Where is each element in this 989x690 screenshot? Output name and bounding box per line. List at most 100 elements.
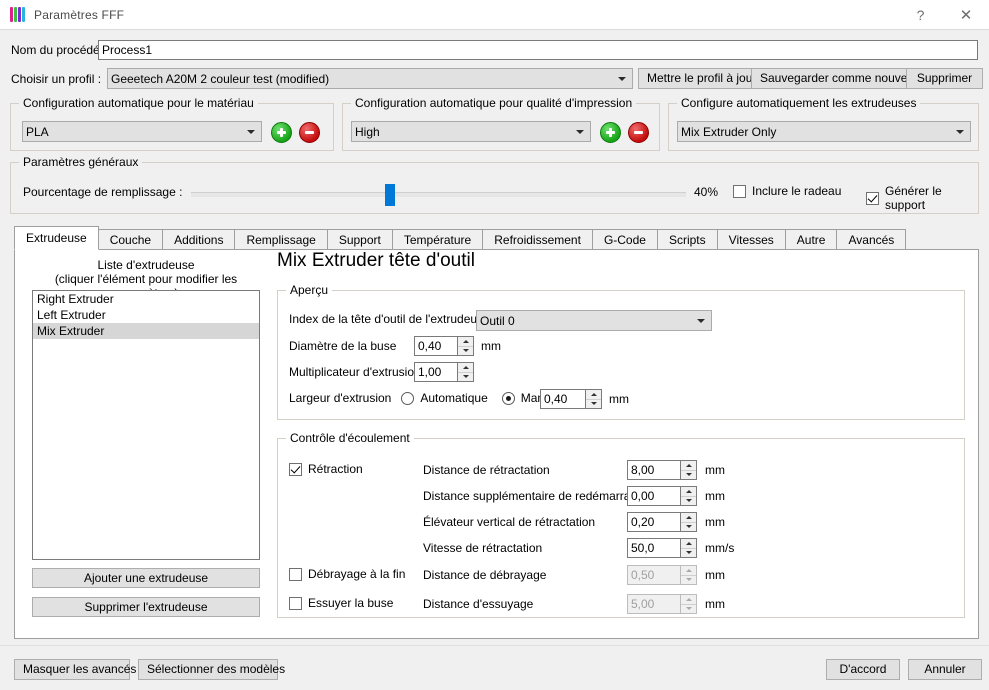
remove-quality-button[interactable] [628, 122, 649, 143]
stepper-up-icon[interactable] [681, 513, 696, 523]
tab-extrudeuse[interactable]: Extrudeuse [14, 226, 99, 250]
infill-slider[interactable] [191, 192, 686, 197]
wipe-checkbox[interactable] [289, 597, 302, 610]
tab-g-code[interactable]: G-Code [592, 229, 658, 251]
extrusion-multiplier-value[interactable]: 1,00 [415, 363, 457, 381]
save-as-new-button[interactable]: Sauvegarder comme nouveau [751, 68, 930, 89]
tab-vitesses[interactable]: Vitesses [717, 229, 786, 251]
coast-distance-stepper: 0,50 [627, 565, 697, 585]
retraction-checkbox-row[interactable]: Rétraction [289, 462, 363, 476]
close-icon[interactable]: ✕ [943, 0, 989, 29]
add-quality-button[interactable] [600, 122, 621, 143]
infill-slider-thumb[interactable] [385, 184, 395, 206]
extra-restart-stepper[interactable]: 0,00 [627, 486, 697, 506]
extrusion-width-auto-radio[interactable] [401, 392, 414, 405]
help-button[interactable]: ? [898, 0, 943, 29]
stepper-down-icon[interactable] [681, 471, 696, 480]
stepper-up-icon[interactable] [681, 461, 696, 471]
profile-label: Choisir un profil : [11, 72, 101, 86]
tab-label: Vitesses [729, 233, 774, 247]
nozzle-diameter-value[interactable]: 0,40 [415, 337, 457, 355]
tab-remplissage[interactable]: Remplissage [234, 229, 327, 251]
process-name-input[interactable]: Process1 [98, 40, 978, 60]
retract-speed-label: Vitesse de rétractation [423, 541, 542, 555]
stepper-down-icon[interactable] [458, 347, 473, 356]
wipe-distance-stepper: 5,00 [627, 594, 697, 614]
window-controls: ? ✕ [898, 0, 989, 29]
remove-extruder-button[interactable]: Supprimer l'extrudeuse [32, 597, 260, 617]
stepper-down-icon[interactable] [681, 497, 696, 506]
tab-avanc-s[interactable]: Avancés [836, 229, 906, 251]
support-checkbox[interactable] [866, 192, 879, 205]
coast-checkbox[interactable] [289, 568, 302, 581]
hide-advanced-button[interactable]: Masquer les avancés [14, 659, 130, 680]
extruder-config-select[interactable]: Mix Extruder Only [677, 121, 971, 142]
vertical-lift-unit: mm [705, 515, 725, 529]
remove-material-button[interactable] [299, 122, 320, 143]
tab-support[interactable]: Support [327, 229, 393, 251]
profile-select[interactable]: Geeetech A20M 2 couleur test (modified) [107, 68, 633, 89]
list-item[interactable]: Left Extruder [33, 307, 259, 323]
support-checkbox-row[interactable]: Générer le support [866, 184, 978, 212]
extruder-list[interactable]: Right ExtruderLeft ExtruderMix Extruder [32, 290, 260, 560]
stepper-down-icon[interactable] [681, 549, 696, 558]
tab-label: G-Code [604, 233, 646, 247]
select-models-button[interactable]: Sélectionner des modèles [138, 659, 278, 680]
extrusion-multiplier-stepper[interactable]: 1,00 [414, 362, 474, 382]
extra-restart-value[interactable]: 0,00 [628, 487, 680, 505]
vertical-lift-label: Élévateur vertical de rétractation [423, 515, 595, 529]
retract-speed-value[interactable]: 50,0 [628, 539, 680, 557]
update-profile-button[interactable]: Mettre le profil à jour [638, 68, 765, 89]
stepper-up-icon[interactable] [586, 390, 601, 400]
vertical-lift-value[interactable]: 0,20 [628, 513, 680, 531]
flow-control-caption: Contrôle d'écoulement [286, 431, 414, 445]
tab-additions[interactable]: Additions [162, 229, 235, 251]
wipe-checkbox-row[interactable]: Essuyer la buse [289, 596, 393, 610]
raft-checkbox-row[interactable]: Inclure le radeau [733, 184, 841, 198]
extruder-autoconfig-group: Configure automatiquement les extrudeuse… [668, 103, 979, 151]
toolhead-index-select[interactable]: Outil 0 [476, 310, 712, 331]
chevron-down-icon [697, 319, 705, 323]
coast-distance-label: Distance de débrayage [423, 568, 546, 582]
retract-speed-stepper[interactable]: 50,0 [627, 538, 697, 558]
raft-checkbox[interactable] [733, 185, 746, 198]
coast-distance-value: 0,50 [628, 566, 680, 584]
material-select[interactable]: PLA [22, 121, 262, 142]
vertical-lift-stepper[interactable]: 0,20 [627, 512, 697, 532]
chevron-down-icon [576, 130, 584, 134]
add-extruder-button[interactable]: Ajouter une extrudeuse [32, 568, 260, 588]
tab-autre[interactable]: Autre [785, 229, 838, 251]
cancel-button[interactable]: Annuler [908, 659, 982, 680]
stepper-down-icon[interactable] [681, 523, 696, 532]
material-select-value: PLA [26, 125, 49, 139]
retract-distance-stepper[interactable]: 8,00 [627, 460, 697, 480]
extrusion-width-label: Largeur d'extrusion [289, 391, 391, 405]
list-item[interactable]: Mix Extruder [33, 323, 259, 339]
extrusion-width-value[interactable]: 0,40 [541, 390, 585, 408]
add-material-button[interactable] [271, 122, 292, 143]
raft-label: Inclure le radeau [752, 184, 841, 198]
chevron-down-icon [956, 130, 964, 134]
tab-scripts[interactable]: Scripts [657, 229, 718, 251]
tab-label: Extrudeuse [26, 231, 87, 245]
extrusion-width-manual-radio[interactable] [502, 392, 515, 405]
stepper-up-icon[interactable] [681, 487, 696, 497]
stepper-up-icon[interactable] [681, 539, 696, 549]
stepper-up-icon[interactable] [458, 337, 473, 347]
stepper-down-icon[interactable] [586, 400, 601, 409]
retract-distance-value[interactable]: 8,00 [628, 461, 680, 479]
tab-label: Avancés [848, 233, 894, 247]
retraction-checkbox[interactable] [289, 463, 302, 476]
stepper-down-icon[interactable] [458, 373, 473, 382]
tab-couche[interactable]: Couche [98, 229, 163, 251]
delete-profile-button[interactable]: Supprimer [906, 68, 983, 89]
ok-button[interactable]: D'accord [826, 659, 900, 680]
quality-select[interactable]: High [351, 121, 591, 142]
nozzle-diameter-stepper[interactable]: 0,40 [414, 336, 474, 356]
tab-refroidissement[interactable]: Refroidissement [482, 229, 593, 251]
list-item[interactable]: Right Extruder [33, 291, 259, 307]
extrusion-width-stepper[interactable]: 0,40 [540, 389, 602, 409]
coast-checkbox-row[interactable]: Débrayage à la fin [289, 567, 405, 581]
tab-temp-rature[interactable]: Température [392, 229, 483, 251]
stepper-up-icon[interactable] [458, 363, 473, 373]
